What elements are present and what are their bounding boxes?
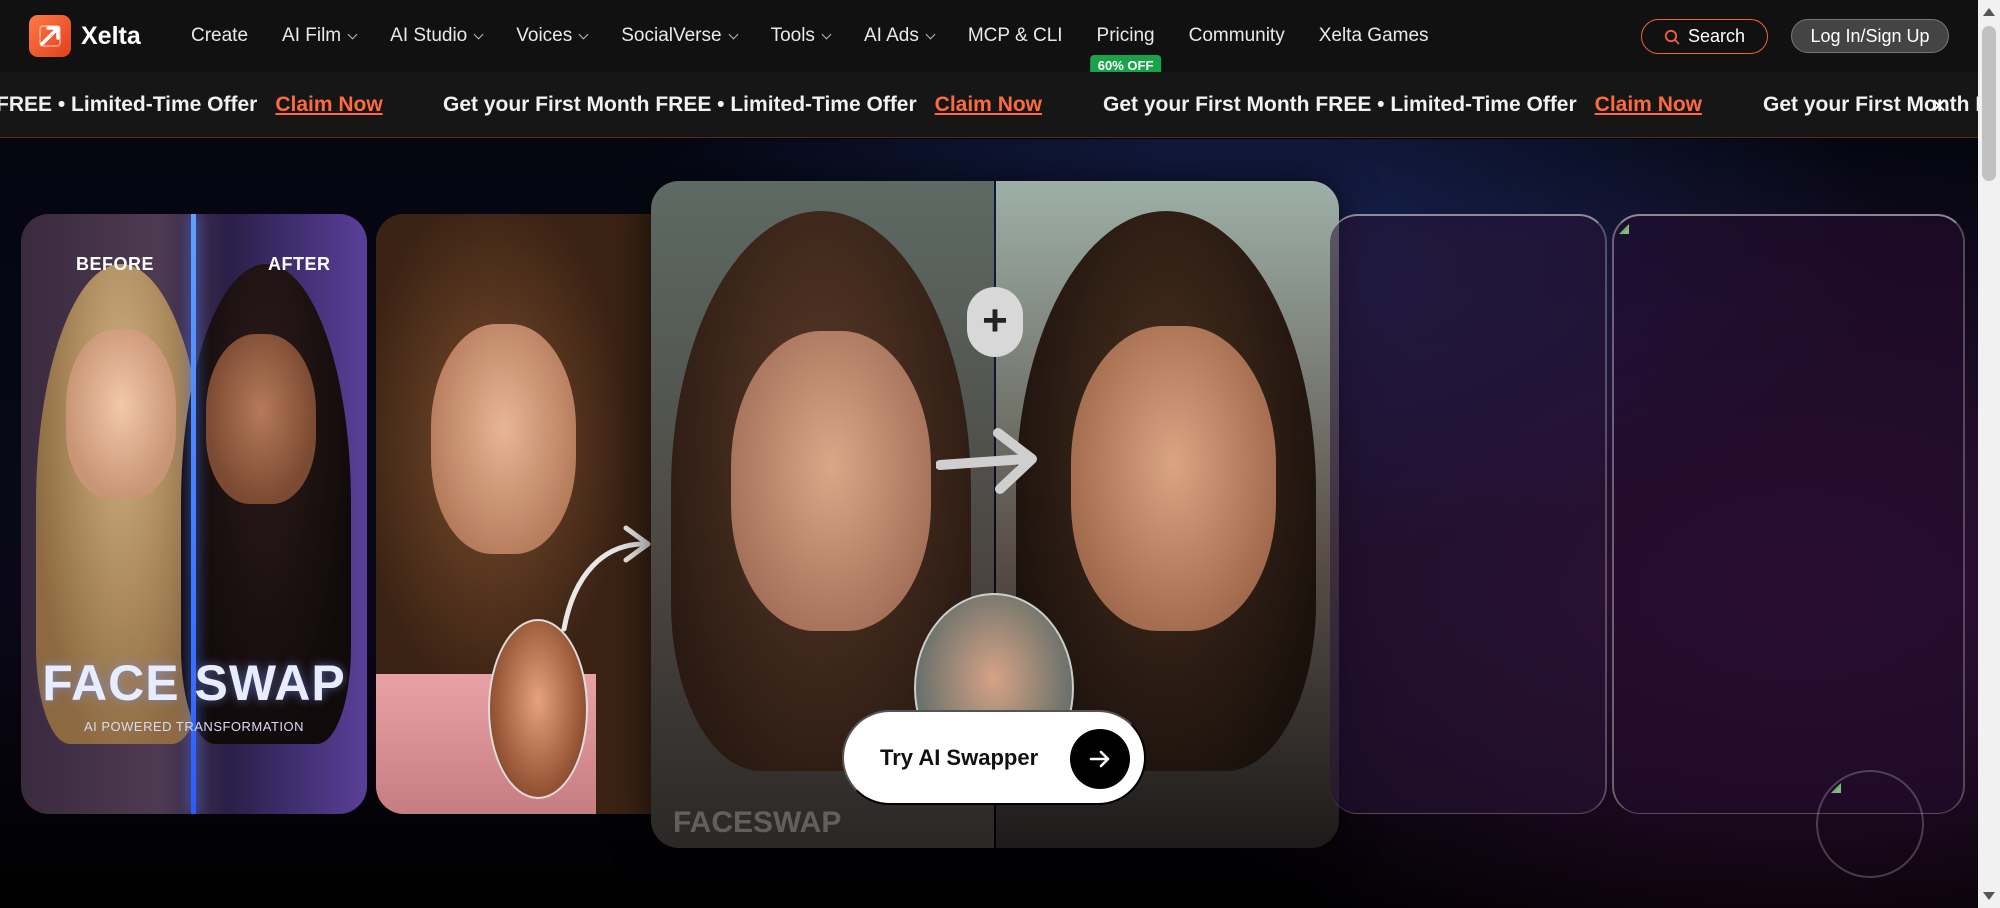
chevron-down-icon — [821, 29, 832, 39]
claim-now-link[interactable]: Claim Now — [275, 93, 382, 117]
page-scrollbar[interactable] — [1978, 0, 2000, 908]
nav-pricing[interactable]: Pricing 60% OFF — [1089, 25, 1162, 76]
nav-label: MCP & CLI — [967, 25, 1063, 46]
nav-label: AI Ads — [863, 25, 919, 46]
face-image — [206, 334, 316, 504]
chevron-down-icon — [347, 29, 358, 39]
poster-subtitle: AI POWERED TRANSFORMATION — [83, 719, 305, 734]
search-button[interactable]: Search — [1641, 19, 1768, 54]
nav-label: Voices — [516, 25, 573, 46]
scroll-down-icon[interactable] — [1983, 892, 1995, 900]
nav-socialverse[interactable]: SocialVerse — [621, 25, 739, 47]
face-image — [1071, 326, 1276, 631]
search-label: Search — [1687, 26, 1746, 46]
chevron-down-icon — [473, 29, 484, 39]
curved-arrow-icon — [561, 525, 651, 632]
nav-mcp-cli[interactable]: MCP & CLI — [968, 25, 1063, 47]
main-nav: Create AI Film AI Studio Voices SocialVe… — [191, 0, 1463, 76]
carousel-card-placeholder[interactable] — [1612, 214, 1965, 814]
promo-segment: FREE • Limited-Time Offer Claim Now — [0, 72, 383, 137]
nav-label: Pricing — [1096, 25, 1155, 46]
scroll-up-icon[interactable] — [1983, 8, 1995, 16]
nav-label: AI Film — [282, 25, 342, 46]
carousel-card-placeholder[interactable] — [1330, 214, 1607, 814]
promo-message: Get your First Month FREE • Limited-Time… — [1103, 93, 1577, 116]
nav-community[interactable]: Community — [1189, 25, 1285, 47]
nav-xelta-games[interactable]: Xelta Games — [1319, 25, 1429, 47]
logo-icon — [29, 15, 71, 57]
nav-ai-studio[interactable]: AI Studio — [390, 25, 484, 47]
chevron-down-icon — [578, 29, 589, 39]
brand-name: Xelta — [81, 21, 141, 50]
scroll-thumb[interactable] — [1982, 26, 1996, 181]
promo-segment: Get your First Month FREE • Limited-Time… — [1103, 72, 1702, 137]
chevron-down-icon — [925, 29, 936, 39]
claim-now-link[interactable]: Claim Now — [935, 93, 1042, 117]
face-image — [731, 331, 931, 631]
promo-message: FREE • Limited-Time Offer — [0, 93, 258, 116]
faceswap-watermark: FACESWAP — [673, 806, 842, 839]
chevron-down-icon — [728, 29, 739, 39]
after-label: AFTER — [268, 254, 331, 274]
face-image — [66, 329, 176, 499]
carousel-card-portrait[interactable] — [376, 214, 676, 814]
plus-icon: + — [967, 287, 1023, 357]
claim-now-link[interactable]: Claim Now — [1595, 93, 1702, 117]
arrow-right-icon — [936, 428, 1037, 494]
try-ai-swapper-button[interactable]: Try AI Swapper — [842, 710, 1146, 805]
nav-voices[interactable]: Voices — [516, 25, 589, 47]
promo-message: Get your First Month FREE • Limited-Time… — [443, 93, 917, 116]
nav-ai-ads[interactable]: AI Ads — [863, 25, 936, 47]
before-label: BEFORE — [76, 254, 155, 274]
brand-logo-link[interactable]: Xelta — [29, 15, 141, 57]
nav-tools[interactable]: Tools — [770, 25, 832, 47]
carousel-card-face-swap-poster[interactable]: BEFORE AFTER FACE SWAP AI POWERED TRANSF… — [21, 214, 367, 814]
nav-label: Xelta Games — [1318, 25, 1429, 46]
nav-label: Tools — [770, 25, 815, 46]
chat-bubble-ring[interactable] — [1816, 770, 1924, 878]
source-face-thumbnail — [488, 619, 588, 799]
poster-title: FACE SWAP — [42, 655, 346, 711]
nav-label: SocialVerse — [621, 25, 722, 46]
promo-segment: Get your First Month FREE • Limited-Time… — [443, 72, 1042, 137]
nav-label: Create — [191, 25, 249, 46]
broken-image-icon — [1619, 224, 1630, 235]
top-navbar: Xelta Create AI Film AI Studio Voices So… — [0, 0, 1978, 76]
close-icon[interactable]: × — [1928, 92, 1950, 118]
login-signup-button[interactable]: Log In/Sign Up — [1791, 19, 1949, 53]
nav-create[interactable]: Create — [191, 25, 248, 47]
nav-label: Community — [1188, 25, 1285, 46]
arrow-right-icon — [1070, 729, 1130, 789]
nav-ai-film[interactable]: AI Film — [282, 25, 358, 47]
promo-marquee: FREE • Limited-Time Offer Claim Now Get … — [0, 72, 1978, 137]
promo-banner: FREE • Limited-Time Offer Claim Now Get … — [0, 72, 1978, 138]
search-icon — [1664, 29, 1680, 44]
cta-label: Try AI Swapper — [880, 744, 1039, 770]
nav-label: AI Studio — [390, 25, 468, 46]
